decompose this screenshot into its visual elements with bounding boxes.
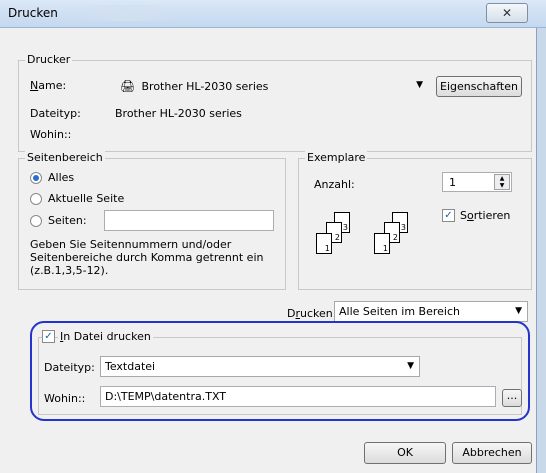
copies-count-value: 1 [449,176,456,189]
radio-pages-label: Seiten: [48,214,87,227]
printer-name-value: Brother HL-2030 series [141,80,269,93]
collate-label: Sortieren [460,209,511,222]
window-title: Drucken [8,6,58,20]
print-what-select[interactable]: Alle Seiten im Bereich ▼ [334,301,528,322]
copies-spinner[interactable]: ▲ ▼ [494,174,510,190]
printer-group: Drucker [18,53,532,152]
file-type-value: Textdatei [105,360,156,373]
printer-icon: 🖨 [120,79,136,93]
print-what-label: Drucken [287,307,333,320]
file-type-label: Dateityp: [44,361,95,374]
close-button[interactable]: ✕ [486,3,528,23]
file-type-select[interactable]: Textdatei ▼ [100,356,420,377]
print-to-file-label: In Datei drucken [58,330,153,343]
printer-name-label: Name: [30,79,67,92]
title-bar: Drucken ✕ [0,0,546,28]
ok-button[interactable]: OK [364,442,446,464]
page-range-group-label: Seitenbereich [25,151,105,164]
copies-group-label: Exemplare [305,151,368,164]
chevron-down-icon: ▼ [416,80,423,90]
radio-current-page-label: Aktuelle Seite [48,192,125,205]
collate-checkbox[interactable]: ✓ [442,209,455,222]
window-border [536,28,546,473]
stack2-page1: 1 [374,233,390,254]
print-what-value: Alle Seiten im Bereich [339,305,460,318]
print-to-file-checkbox[interactable]: ✓ [42,330,55,343]
title-blur [70,5,180,21]
printer-where-label: Wohin:: [30,128,72,141]
chevron-down-icon: ▼ [407,361,414,371]
radio-pages[interactable] [30,215,42,227]
page-range-help: Geben Sie Seitennummern und/oder Seitenb… [30,238,264,277]
spinner-down-icon[interactable]: ▼ [495,182,509,189]
printer-type-label: Dateityp: [30,107,81,120]
pages-input[interactable] [104,210,274,231]
radio-all[interactable] [30,172,42,184]
printer-name-select[interactable]: 🖨 Brother HL-2030 series ▼ [115,75,429,96]
spinner-up-icon[interactable]: ▲ [495,175,509,182]
properties-button[interactable]: Eigenschaften [436,76,522,97]
radio-all-label: Alles [48,171,75,184]
radio-current-page[interactable] [30,193,42,205]
printer-type-value: Brother HL-2030 series [115,107,242,120]
browse-button[interactable]: ... [502,389,522,407]
file-path-input[interactable]: D:\TEMP\datentra.TXT [100,386,496,407]
cancel-button[interactable]: Abbrechen [452,442,532,464]
copies-count-label: Anzahl: [314,178,355,191]
chevron-down-icon: ▼ [515,306,522,316]
printer-group-label: Drucker [25,53,73,66]
stack1-page1: 1 [316,233,332,254]
file-path-label: Wohin:: [44,392,86,405]
